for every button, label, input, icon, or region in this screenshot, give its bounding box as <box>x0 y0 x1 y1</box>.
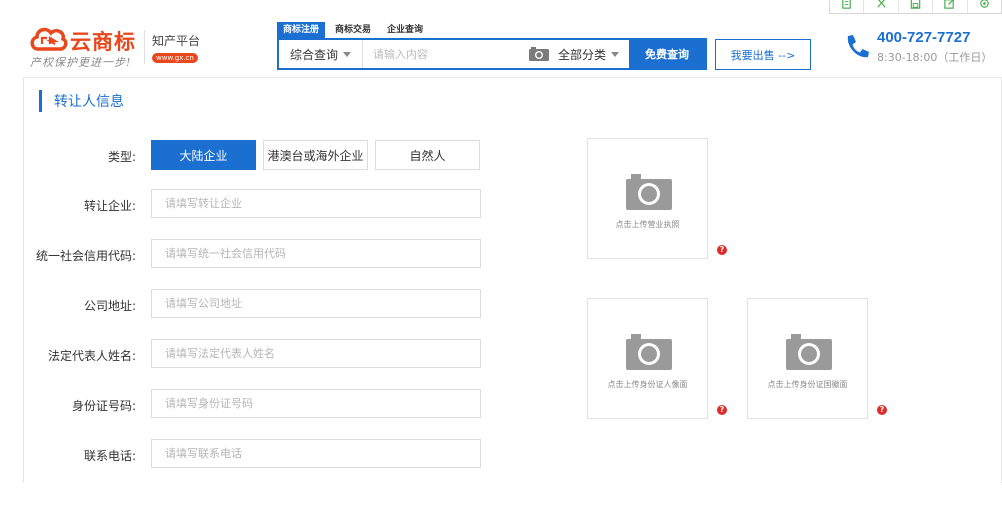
upload-id-back[interactable]: 点击上传身份证国徽面 <box>747 298 868 419</box>
field-label-company: 转让企业: <box>83 199 136 213</box>
hotline-number: 400-727-7727 <box>877 29 971 46</box>
field-label-credit-code: 统一社会信用代码: <box>35 249 136 263</box>
domain-badge: www.gx.cn <box>152 53 198 63</box>
chevron-down-icon <box>343 51 351 57</box>
content-card <box>23 77 1002 483</box>
upload-label: 点击上传身份证人像面 <box>607 380 688 389</box>
scissors-icon[interactable] <box>864 0 899 13</box>
help-icon[interactable]: ? <box>717 245 727 255</box>
upload-business-license[interactable]: 点击上传营业执照 <box>587 138 708 259</box>
field-label-address: 公司地址: <box>83 299 136 313</box>
company-input[interactable] <box>151 189 481 218</box>
platform-name: 知产平台 <box>152 34 201 48</box>
window-toolbar <box>829 0 1002 14</box>
upload-label: 点击上传营业执照 <box>615 220 680 229</box>
id-number-input[interactable] <box>151 389 481 418</box>
camera-icon <box>786 334 832 370</box>
type-option-overseas[interactable]: 港澳台或海外企业 <box>263 140 368 170</box>
camera-icon <box>626 334 672 370</box>
export-icon[interactable] <box>933 0 968 13</box>
phone-icon <box>847 35 869 58</box>
legal-rep-input[interactable] <box>151 339 481 368</box>
brand-name: 云商标 <box>70 30 136 54</box>
field-label-legal-rep: 法定代表人姓名: <box>47 349 136 363</box>
search-category-select[interactable]: 全部分类 <box>558 46 629 63</box>
upload-id-front[interactable]: 点击上传身份证人像面 <box>587 298 708 419</box>
phone-input[interactable] <box>151 439 481 468</box>
copy-icon[interactable] <box>830 0 865 13</box>
search-scope-label: 综合查询 <box>289 47 338 62</box>
search-box: 综合查询 全部分类 免费查询 <box>277 38 707 70</box>
type-option-mainland[interactable]: 大陆企业 <box>151 140 256 170</box>
hotline-hours: 8:30-18:00（工作日） <box>877 51 993 64</box>
upload-label: 点击上传身份证国徽面 <box>767 380 848 389</box>
credit-code-input[interactable] <box>151 239 481 268</box>
camera-icon <box>626 174 672 210</box>
cloud-logo-icon <box>30 27 68 51</box>
brand-slogan: 产权保护更进一步! <box>30 56 132 69</box>
search-category-label: 全部分类 <box>558 47 607 62</box>
type-label: 类型: <box>107 150 136 164</box>
address-input[interactable] <box>151 289 481 318</box>
brand-logo[interactable]: 云商标 产权保护更进一步! <box>28 24 148 70</box>
save-icon[interactable] <box>899 0 934 13</box>
search-input[interactable] <box>363 40 528 68</box>
camera-icon[interactable] <box>528 46 550 62</box>
help-icon[interactable]: ? <box>717 405 727 415</box>
chevron-down-icon <box>611 51 620 57</box>
free-search-button[interactable]: 免费查询 <box>629 40 706 68</box>
tab-trademark-trading[interactable]: 商标交易 <box>329 22 377 38</box>
settings-icon[interactable] <box>968 0 1001 13</box>
page: 云商标 产权保护更进一步! 知产平台 www.gx.cn 商标注册 商标交易 企… <box>0 0 1002 509</box>
section-title: 转让人信息 <box>54 94 124 110</box>
sell-button[interactable]: 我要出售 --> <box>715 39 811 70</box>
tab-trademark-registration[interactable]: 商标注册 <box>277 22 326 38</box>
search-scope-select[interactable]: 综合查询 <box>279 40 363 68</box>
section-accent-bar <box>39 90 42 112</box>
tab-company-search[interactable]: 企业查询 <box>381 22 429 38</box>
search-tabs: 商标注册 商标交易 企业查询 <box>277 22 433 38</box>
help-icon[interactable]: ? <box>877 405 887 415</box>
field-label-id-number: 身份证号码: <box>71 399 136 413</box>
header-divider <box>144 30 145 64</box>
field-label-phone: 联系电话: <box>83 449 136 463</box>
type-option-individual[interactable]: 自然人 <box>375 140 480 170</box>
